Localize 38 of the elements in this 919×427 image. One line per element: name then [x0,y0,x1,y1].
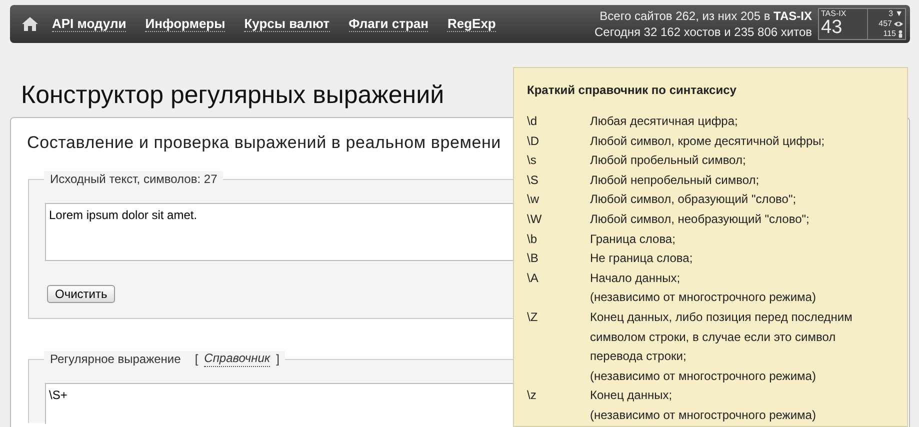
token-description: Граница слова; [590,230,676,248]
subtitle: Составление и проверка выражений в реальном времени [27,133,501,153]
token-description: Любой символ, необразующий "слово"; [590,210,810,228]
token-description: Любой символ, кроме десятичной цифры; [590,132,825,150]
bracket: [ [194,351,198,367]
syntax-token: \s [527,152,538,170]
syntax-token: \b [527,230,538,248]
counter-number: 115 [883,29,896,39]
token-description: перевода строки; [590,348,688,366]
token-description: Любая десятичная цифра; [590,113,738,130]
syntax-token: \Z [527,308,539,326]
page-title: Конструктор регулярных выражений [21,80,444,111]
fieldset-legend: Регулярное выражение [50,351,181,367]
token-description: Конец данных; [590,387,674,404]
site-stats-text: Сегодня 32 162 хостов и 235 806 хитов [594,24,812,40]
syntax-token: \z [527,387,538,404]
token-description: (независимо от многострочного режима) [590,406,816,424]
counter-number: 3 [888,9,894,19]
counter-value: 43 [821,18,844,38]
counter-label: TAS-IX [821,9,848,18]
counter-number: 457 [878,19,892,29]
bracket: ] [276,351,280,367]
token-description: Начало данных; [590,270,682,287]
token-description: (независимо от многострочного режима) [590,289,816,306]
fieldset-legend: Исходный текст, символов: 27 [50,171,218,187]
token-description: Любой непробельный символ; [590,172,760,189]
site-stats-text: Всего сайтов 262, из них 205 в TAS-IX [600,8,812,24]
syntax-token: \S [527,172,540,189]
token-description: символом строки, в случае если это символ [590,328,837,346]
down-triangle-icon: ▼ [895,9,903,19]
popup-title: Краткий справочник по синтаксису [527,82,738,98]
syntax-token: \d [527,113,538,130]
token-description: Любой пробельный символ; [590,152,746,170]
token-description: (независимо от многострочного режима) [590,368,817,385]
syntax-token: \D [527,132,540,150]
token-description: Конец данных, либо позиция перед последним [590,308,852,326]
syntax-token: \A [527,270,540,287]
syntax-token: \W [527,210,543,228]
